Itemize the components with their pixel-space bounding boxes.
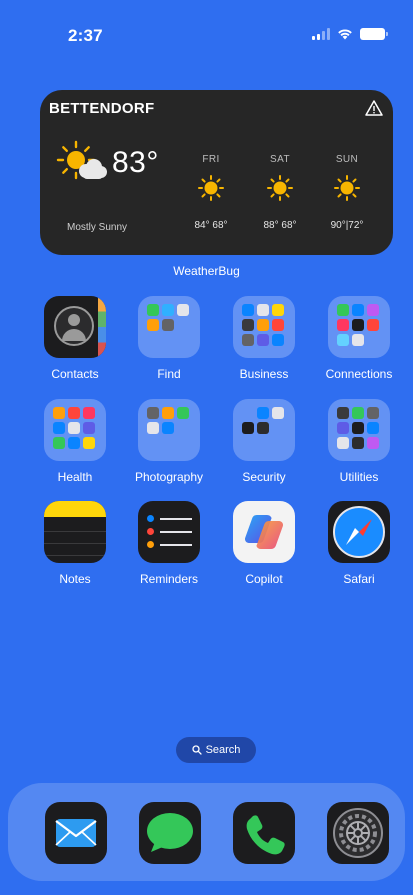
phone-icon <box>246 815 285 855</box>
app-label: Utilities <box>339 470 379 484</box>
forecast-day-1: FRI 84° 68° <box>186 154 236 231</box>
app-label: Contacts <box>51 367 99 381</box>
folder-icon <box>233 296 295 358</box>
folder-icon <box>138 296 200 358</box>
app-label: Security <box>242 470 286 484</box>
notes-icon <box>44 501 106 563</box>
sunny-icon <box>198 175 224 201</box>
folder-icon <box>328 399 390 461</box>
contacts-icon <box>44 296 106 358</box>
folder-health[interactable]: Health <box>27 399 123 484</box>
folder-utilities[interactable]: Utilities <box>311 399 407 484</box>
folder-security[interactable]: Security <box>216 399 312 484</box>
app-contacts[interactable]: Contacts <box>27 296 123 381</box>
settings-icon <box>333 808 383 858</box>
forecast-day-label: FRI <box>202 154 220 165</box>
app-reminders[interactable]: Reminders <box>121 501 217 586</box>
weather-widget[interactable]: BETTENDORF 83° Mostly Sunny FRI 84° 68° … <box>40 90 393 255</box>
wifi-icon <box>338 29 352 40</box>
app-notes[interactable]: Notes <box>27 501 123 586</box>
mail-icon <box>55 819 97 847</box>
reminders-icon <box>138 501 200 563</box>
sunny-icon <box>267 175 293 201</box>
status-time: 2:37 <box>68 26 103 45</box>
app-label: Photography <box>134 470 204 484</box>
cellular-signal-icon <box>312 28 330 40</box>
app-safari[interactable]: Safari <box>311 501 407 586</box>
messages-icon <box>147 813 193 852</box>
status-bar: 2:37 <box>0 0 413 60</box>
search-label: Search <box>205 744 241 756</box>
search-icon <box>191 745 202 755</box>
folder-icon <box>233 399 295 461</box>
safari-icon <box>328 501 390 563</box>
app-label: Notes <box>59 572 91 586</box>
sunny-icon <box>334 175 360 201</box>
current-condition: Mostly Sunny <box>67 222 128 233</box>
forecast-day-2: SAT 88° 68° <box>255 154 305 231</box>
battery-icon <box>360 28 388 40</box>
dock-settings[interactable] <box>327 802 389 864</box>
dock <box>8 783 405 881</box>
dock-messages[interactable] <box>139 802 201 864</box>
folder-icon <box>44 399 106 461</box>
forecast-day-label: SAT <box>270 154 290 165</box>
dock-phone[interactable] <box>233 802 295 864</box>
alert-triangle-icon <box>365 100 383 116</box>
forecast-day-label: SUN <box>335 154 359 165</box>
forecast-day-3: SUN 90°|72° <box>322 154 372 231</box>
app-label: Connections <box>325 367 393 381</box>
forecast-temps: 84° 68° <box>194 220 228 231</box>
folder-icon <box>138 399 200 461</box>
folder-photography[interactable]: Photography <box>121 399 217 484</box>
weather-city: BETTENDORF <box>49 100 155 117</box>
status-icons <box>312 28 388 40</box>
forecast-temps: 90°|72° <box>330 220 364 231</box>
folder-connections[interactable]: Connections <box>311 296 407 381</box>
folder-business[interactable]: Business <box>216 296 312 381</box>
search-button[interactable]: Search <box>176 737 256 763</box>
forecast-temps: 88° 68° <box>263 220 297 231</box>
mostly-sunny-icon <box>56 140 107 180</box>
app-label: Health <box>57 470 93 484</box>
widget-caption: WeatherBug <box>173 264 240 278</box>
folder-find[interactable]: Find <box>121 296 217 381</box>
app-label: Copilot <box>245 572 283 586</box>
dock-mail[interactable] <box>45 802 107 864</box>
app-copilot[interactable]: Copilot <box>216 501 312 586</box>
app-label: Safari <box>343 572 375 586</box>
app-label: Find <box>157 367 181 381</box>
app-label: Business <box>239 367 289 381</box>
app-label: Reminders <box>139 572 199 586</box>
copilot-icon <box>233 501 295 563</box>
current-temperature: 83° <box>112 146 159 179</box>
folder-icon <box>328 296 390 358</box>
